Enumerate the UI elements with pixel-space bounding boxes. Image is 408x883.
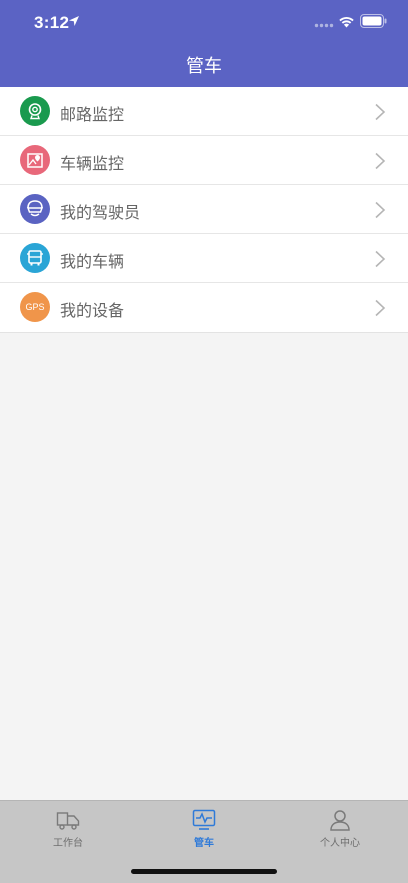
top-header: 3:12 管车 xyxy=(0,0,408,87)
map-pin-icon xyxy=(20,145,50,175)
user-icon xyxy=(330,810,350,831)
menu-item-my-drivers[interactable]: 我的驾驶员 xyxy=(0,185,408,234)
chevron-right-icon xyxy=(375,103,386,121)
menu-item-vehicle-monitor[interactable]: 车辆监控 xyxy=(0,136,408,185)
menu-item-my-devices[interactable]: GPS 我的设备 xyxy=(0,283,408,332)
chevron-right-icon xyxy=(375,201,386,219)
wifi-icon xyxy=(339,17,354,28)
tab-label: 工作台 xyxy=(53,838,83,849)
chevron-right-icon xyxy=(375,299,386,317)
tab-manage-vehicles[interactable]: 管车 xyxy=(136,801,272,851)
chevron-right-icon xyxy=(375,152,386,170)
status-bar: 3:12 xyxy=(0,0,408,44)
driver-icon xyxy=(20,194,50,224)
menu-item-label: 我的驾驶员 xyxy=(60,203,141,222)
bus-icon xyxy=(20,243,50,273)
tab-label: 个人中心 xyxy=(320,838,360,849)
chevron-right-icon xyxy=(375,250,386,268)
cellular-signal-icon xyxy=(314,23,334,28)
monitor-pulse-icon xyxy=(192,809,216,830)
battery-icon xyxy=(360,14,387,28)
webcam-icon xyxy=(20,96,50,126)
tab-workbench[interactable]: 工作台 xyxy=(0,801,136,851)
status-time: 3:12 xyxy=(34,13,70,32)
truck-icon xyxy=(56,812,80,830)
tab-label: 管车 xyxy=(194,838,214,849)
menu-item-label: 邮路监控 xyxy=(60,105,125,124)
gps-icon: GPS xyxy=(20,292,50,322)
gps-icon-text: GPS xyxy=(25,302,45,312)
home-indicator[interactable] xyxy=(131,869,277,874)
menu-item-mail-route-monitor[interactable]: 邮路监控 xyxy=(0,87,408,136)
location-arrow-icon xyxy=(69,16,79,26)
menu-item-label: 车辆监控 xyxy=(60,154,125,173)
menu-list: 邮路监控 车辆监控 我的驾驶员 我的车辆 GPS 我的设备 xyxy=(0,87,408,333)
page-title: 管车 xyxy=(186,56,222,77)
menu-item-my-vehicles[interactable]: 我的车辆 xyxy=(0,234,408,283)
tab-profile[interactable]: 个人中心 xyxy=(272,801,408,851)
menu-item-label: 我的设备 xyxy=(60,301,125,320)
menu-item-label: 我的车辆 xyxy=(60,252,125,271)
